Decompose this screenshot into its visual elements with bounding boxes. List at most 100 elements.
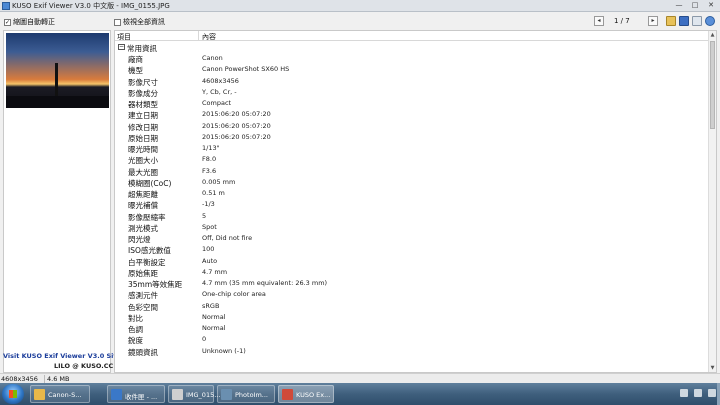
taskbar-button[interactable]: 收件匣 - ... <box>107 385 165 403</box>
taskbar-app-icon <box>111 389 122 400</box>
save-icon[interactable] <box>679 16 689 26</box>
table-row[interactable]: ISO感光數值 100 <box>115 244 709 255</box>
taskbar-button-label: 收件匣 - ... <box>125 393 158 401</box>
status-divider <box>44 375 45 383</box>
row-value: 4.7 mm (35 mm equivalent: 26.3 mm) <box>202 279 328 287</box>
next-image-button[interactable]: ▸ <box>648 16 658 26</box>
table-row[interactable]: 光圈大小 F8.0 <box>115 154 709 165</box>
row-value: 4.7 mm <box>202 267 228 276</box>
row-value: Auto <box>202 256 218 265</box>
thumbnail-panel <box>3 30 111 373</box>
tray-volume-icon[interactable] <box>694 389 702 397</box>
thumbnail-treeline <box>6 96 109 108</box>
row-value: Compact <box>202 99 232 107</box>
taskbar-app-icon <box>34 389 45 400</box>
taskbar-button-label: PhotoIm... <box>235 391 268 399</box>
table-row[interactable]: 廠商 Canon <box>115 53 709 64</box>
minimize-button[interactable]: — <box>672 0 686 10</box>
auto-rotate-checkbox[interactable]: ✓ 縮圖自動轉正 <box>4 17 55 27</box>
checkbox-unchecked-icon[interactable] <box>114 18 121 26</box>
taskbar-button[interactable]: IMG_015... <box>168 385 220 403</box>
windows-logo-icon <box>9 390 17 398</box>
row-value: 0.51 m <box>202 189 225 197</box>
status-dimensions: 4608x3456 <box>1 375 38 383</box>
show-all-checkbox[interactable]: 檢視全部資訊 <box>114 17 165 27</box>
table-row[interactable]: 閃光燈 Off, Did not fire <box>115 233 709 244</box>
row-value: 2015:06:20 05:07:20 <box>202 121 271 130</box>
table-row[interactable]: 銳度 0 <box>115 334 709 345</box>
row-value: Canon PowerShot SX60 HS <box>202 65 290 74</box>
row-value: 0 <box>202 335 207 344</box>
row-value: 2015:06:20 05:07:20 <box>202 110 271 119</box>
table-row[interactable]: 色調 Normal <box>115 323 709 334</box>
table-row[interactable]: 影像壓縮率 5 <box>115 211 709 222</box>
table-row[interactable]: 影像尺寸 4608x3456 <box>115 76 709 87</box>
vertical-scrollbar[interactable]: ▲ ▼ <box>708 31 716 372</box>
info-icon[interactable] <box>705 16 715 26</box>
table-row[interactable]: 超焦距離 0.51 m <box>115 188 709 199</box>
table-row[interactable]: 鏡頭資訊 Unknown (-1) <box>115 346 709 357</box>
table-row[interactable]: 影像成分 Y, Cb, Cr, - <box>115 87 709 98</box>
prev-image-button[interactable]: ◂ <box>594 16 604 26</box>
exif-table: 項目 內容 − 常用資訊 廠商 Canon 機型 Canon PowerShot SX… <box>114 30 717 373</box>
table-row[interactable]: 白平衡設定 Auto <box>115 256 709 267</box>
maximize-button[interactable]: □ <box>688 0 702 10</box>
taskbar-button-label: KUSO Ex... <box>296 391 331 399</box>
taskbar-button-label: Canon-S... <box>48 391 82 399</box>
table-row[interactable]: 機型 Canon PowerShot SX60 HS <box>115 64 709 75</box>
taskbar-app-icon <box>172 389 183 400</box>
row-value: 1/13" <box>202 144 220 152</box>
collapse-icon[interactable]: − <box>118 44 125 50</box>
table-row[interactable]: 感測元件 One-chip color area <box>115 289 709 300</box>
toolbar: ✓ 縮圖自動轉正 檢視全部資訊 ◂ 1 / 7 ▸ <box>0 13 720 30</box>
app-icon <box>2 2 10 10</box>
row-value: 100 <box>202 245 215 254</box>
row-value: 2015:06:20 05:07:20 <box>202 132 271 141</box>
tray-flag-icon[interactable] <box>708 389 716 397</box>
table-row[interactable]: 修改日期 2015:06:20 05:07:20 <box>115 121 709 132</box>
close-button[interactable]: ✕ <box>704 0 718 10</box>
table-row[interactable]: 建立日期 2015:06:20 05:07:20 <box>115 109 709 120</box>
row-value: Normal <box>202 324 226 332</box>
row-value: Unknown (-1) <box>202 346 246 355</box>
table-row[interactable]: 曝光補償 -1/3 <box>115 199 709 210</box>
visit-site-link[interactable]: Visit KUSO Exif Viewer V3.0 Site <box>3 352 121 360</box>
taskbar-button[interactable]: Canon-S... <box>30 385 90 403</box>
table-header: 項目 內容 <box>115 31 709 41</box>
row-value: -1/3 <box>202 200 215 209</box>
open-folder-icon[interactable] <box>666 16 676 26</box>
scroll-up-icon[interactable]: ▲ <box>709 31 716 39</box>
table-row[interactable]: 35mm等效焦距 4.7 mm (35 mm equivalent: 26.3 m… <box>115 278 709 289</box>
table-row[interactable]: 原始日期 2015:06:20 05:07:20 <box>115 132 709 143</box>
copy-icon[interactable] <box>692 16 702 26</box>
table-row[interactable]: 色彩空間 sRGB <box>115 301 709 312</box>
checkbox-checked-icon[interactable]: ✓ <box>4 18 11 26</box>
tray-network-icon[interactable] <box>680 389 688 397</box>
table-row[interactable]: 原始焦距 4.7 mm <box>115 267 709 278</box>
table-row[interactable]: 曝光時間 1/13" <box>115 143 709 154</box>
table-row[interactable]: 測光模式 Spot <box>115 222 709 233</box>
scroll-down-icon[interactable]: ▼ <box>709 364 716 372</box>
table-row[interactable]: 對比 Normal <box>115 312 709 323</box>
table-row[interactable]: 模糊圈(CoC) 0.005 mm <box>115 177 709 188</box>
taskbar-button[interactable]: PhotoIm... <box>217 385 275 403</box>
column-header-item[interactable]: 項目 <box>117 32 131 42</box>
auto-rotate-label: 縮圖自動轉正 <box>13 18 55 26</box>
table-row[interactable]: 最大光圈 F3.6 <box>115 166 709 177</box>
image-thumbnail[interactable] <box>6 33 109 108</box>
group-row-common[interactable]: − 常用資訊 <box>115 42 709 53</box>
table-rows: 廠商 Canon 機型 Canon PowerShot SX60 HS 影像尺寸 4608… <box>115 53 709 357</box>
column-header-content[interactable]: 內容 <box>202 32 216 42</box>
row-value: F8.0 <box>202 155 217 164</box>
taskbar-button-label: IMG_015... <box>186 391 221 399</box>
author-link[interactable]: LILO @ KUSO.CC <box>54 362 113 370</box>
table-row[interactable]: 器材類型 Compact <box>115 98 709 109</box>
start-button[interactable] <box>2 384 24 404</box>
scrollbar-thumb[interactable] <box>710 41 715 129</box>
column-divider[interactable] <box>198 31 199 41</box>
row-value: Spot <box>202 222 217 231</box>
row-value: F3.6 <box>202 166 217 175</box>
title-bar: KUSO Exif Viewer V3.0 中文版 - IMG_0155.JPG… <box>0 0 720 12</box>
row-value: Off, Did not fire <box>202 234 253 242</box>
taskbar-button[interactable]: KUSO Ex... <box>278 385 334 403</box>
